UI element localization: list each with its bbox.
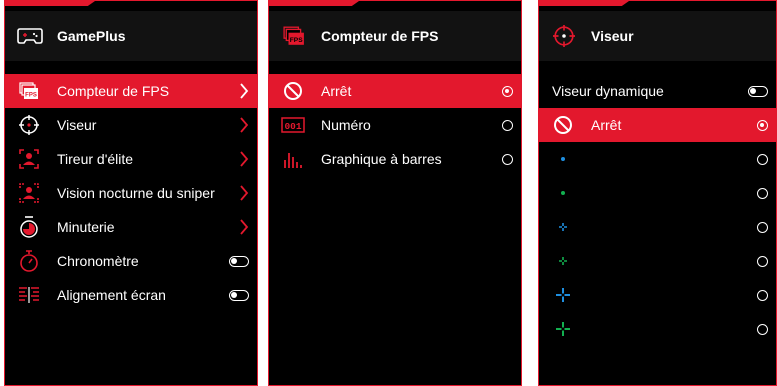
off-icon [551, 113, 575, 137]
crosshair-option-dot-green[interactable] [539, 176, 776, 210]
sniper-icon [17, 147, 41, 171]
gamepad-icon [17, 23, 43, 49]
radio-button[interactable] [757, 289, 768, 301]
radio-button[interactable] [757, 255, 768, 267]
dot-green-icon [551, 181, 575, 205]
screen-alignment-toggle[interactable] [229, 289, 249, 301]
small-cross-blue-icon [551, 215, 575, 239]
menu-item-label: Vision nocturne du sniper [57, 185, 215, 201]
fps-counter-panel: FPS Compteur de FPS Arrêt 001 Numéro Gra… [268, 0, 522, 386]
menu-item-label: Viseur [57, 117, 97, 133]
menu-item-night-sniper[interactable]: Vision nocturne du sniper [5, 176, 257, 210]
crosshair-option-large-cross-blue[interactable] [539, 278, 776, 312]
radio-button[interactable] [757, 119, 768, 131]
menu-item-screen-alignment[interactable]: Alignement écran [5, 278, 257, 312]
bar-graph-icon [281, 147, 305, 171]
fps-icon: FPS [281, 23, 307, 49]
crosshair-icon [551, 23, 577, 49]
crosshair-icon [17, 113, 41, 137]
crosshair-option-off[interactable]: Arrêt [539, 108, 776, 142]
svg-text:FPS: FPS [25, 93, 37, 99]
fps-option-off[interactable]: Arrêt [269, 74, 521, 108]
gameplus-header: GamePlus [5, 11, 257, 61]
menu-item-label: Compteur de FPS [57, 83, 170, 99]
panel-title: Compteur de FPS [321, 28, 439, 44]
off-icon [281, 79, 305, 103]
menu-item-fps-counter[interactable]: FPS Compteur de FPS [5, 74, 257, 108]
small-cross-green-icon [551, 249, 575, 273]
number-icon: 001 [281, 113, 305, 137]
radio-button[interactable] [757, 323, 768, 335]
menu-item-label: Alignement écran [57, 287, 166, 303]
menu-item-label: Tireur d'élite [57, 151, 134, 167]
crosshair-panel: Viseur Viseur dynamique Arrêt [538, 0, 777, 386]
crosshair-option-small-cross-green[interactable] [539, 244, 776, 278]
chevron-right-icon [239, 176, 249, 210]
fps-icon: FPS [17, 79, 41, 103]
dynamic-crosshair-label: Viseur dynamique [552, 83, 664, 99]
dynamic-crosshair-toggle[interactable] [748, 85, 768, 97]
radio-button[interactable] [757, 153, 768, 165]
option-label: Arrêt [321, 83, 352, 99]
radio-button[interactable] [502, 153, 513, 165]
radio-button[interactable] [502, 119, 513, 131]
fps-counter-header: FPS Compteur de FPS [269, 11, 521, 61]
large-cross-green-icon [551, 317, 575, 341]
menu-item-label: Chronomètre [57, 253, 139, 269]
menu-item-sniper[interactable]: Tireur d'élite [5, 142, 257, 176]
chevron-right-icon [239, 74, 249, 108]
alignment-icon [17, 283, 41, 307]
crosshair-header: Viseur [539, 11, 776, 61]
panel-title: GamePlus [57, 28, 126, 44]
fps-option-number[interactable]: 001 Numéro [269, 108, 521, 142]
menu-item-label: Minuterie [57, 219, 115, 235]
gameplus-panel: GamePlus FPS Compteur de FPS Viseur Tire… [4, 0, 258, 386]
dot-blue-icon [551, 147, 575, 171]
option-label: Numéro [321, 117, 371, 133]
menu-item-timer[interactable]: Minuterie [5, 210, 257, 244]
option-label: Graphique à barres [321, 151, 442, 167]
chevron-right-icon [239, 210, 249, 244]
menu-item-crosshair[interactable]: Viseur [5, 108, 257, 142]
radio-button[interactable] [502, 85, 513, 97]
crosshair-option-large-cross-green[interactable] [539, 312, 776, 346]
radio-button[interactable] [757, 221, 768, 233]
crosshair-option-small-cross-blue[interactable] [539, 210, 776, 244]
crosshair-option-dot-blue[interactable] [539, 142, 776, 176]
fps-option-bar-graph[interactable]: Graphique à barres [269, 142, 521, 176]
stopwatch-toggle[interactable] [229, 255, 249, 267]
menu-item-stopwatch[interactable]: Chronomètre [5, 244, 257, 278]
dynamic-crosshair-row[interactable]: Viseur dynamique [539, 74, 776, 108]
number-badge: 001 [284, 121, 301, 132]
svg-text:FPS: FPS [290, 37, 303, 44]
stopwatch-icon [17, 249, 41, 273]
chevron-right-icon [239, 142, 249, 176]
option-label: Arrêt [591, 117, 622, 133]
large-cross-blue-icon [551, 283, 575, 307]
radio-button[interactable] [757, 187, 768, 199]
timer-icon [17, 215, 41, 239]
panel-title: Viseur [591, 28, 634, 44]
night-sniper-icon [17, 181, 41, 205]
chevron-right-icon [239, 108, 249, 142]
